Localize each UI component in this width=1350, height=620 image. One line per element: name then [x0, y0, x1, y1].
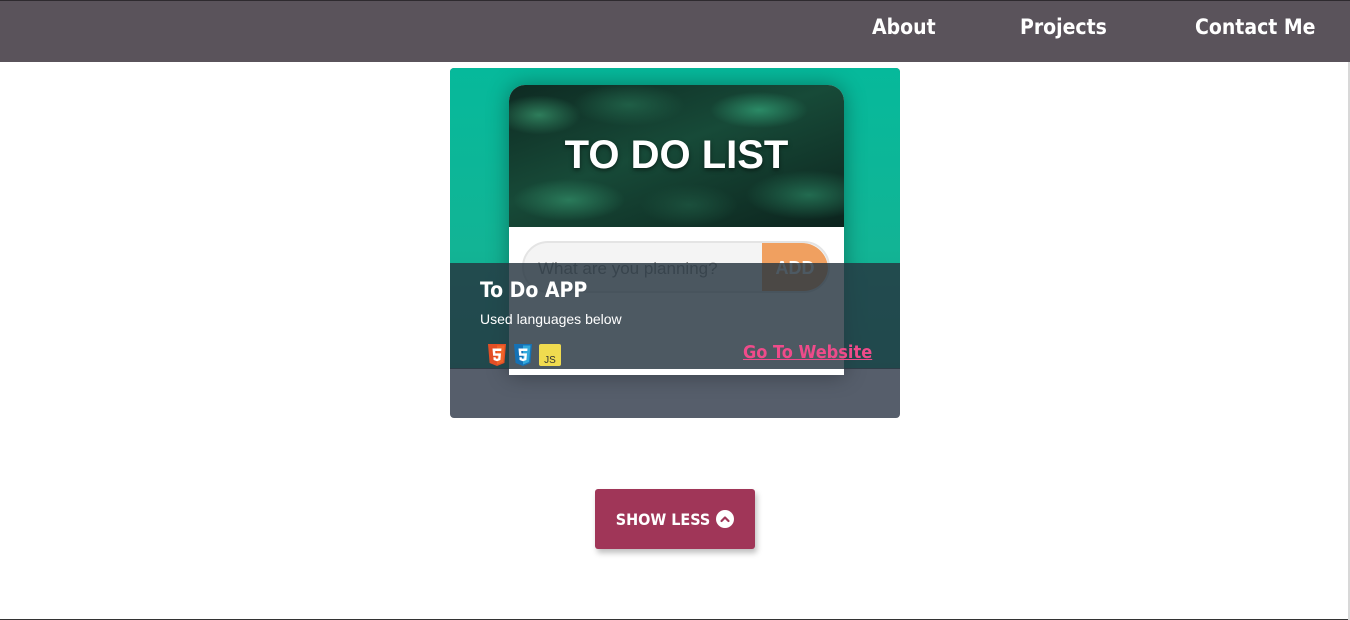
html5-icon — [486, 343, 508, 367]
chevron-up-circle-icon — [716, 510, 735, 528]
nav-link-contact-me[interactable]: Contact Me — [1195, 15, 1316, 39]
js-icon: JS — [539, 344, 561, 368]
show-less-label: SHOW LESS — [615, 509, 711, 529]
top-navbar: About Projects Contact Me — [0, 0, 1350, 62]
show-less-button[interactable]: SHOW LESS — [595, 489, 755, 549]
leaf-background-image: TO DO LIST — [509, 85, 844, 227]
nav-link-projects[interactable]: Projects — [1020, 15, 1107, 39]
css3-icon — [512, 343, 534, 367]
project-card: TO DO LIST What are you planning? ADD To… — [450, 68, 900, 418]
go-to-website-link[interactable]: Go To Website — [743, 342, 872, 363]
nav-link-about[interactable]: About — [872, 15, 936, 39]
js-icon-label: JS — [544, 355, 556, 366]
project-title: To Do APP — [480, 278, 588, 302]
project-subtitle: Used languages below — [480, 311, 622, 327]
todo-preview-title: TO DO LIST — [564, 133, 789, 177]
